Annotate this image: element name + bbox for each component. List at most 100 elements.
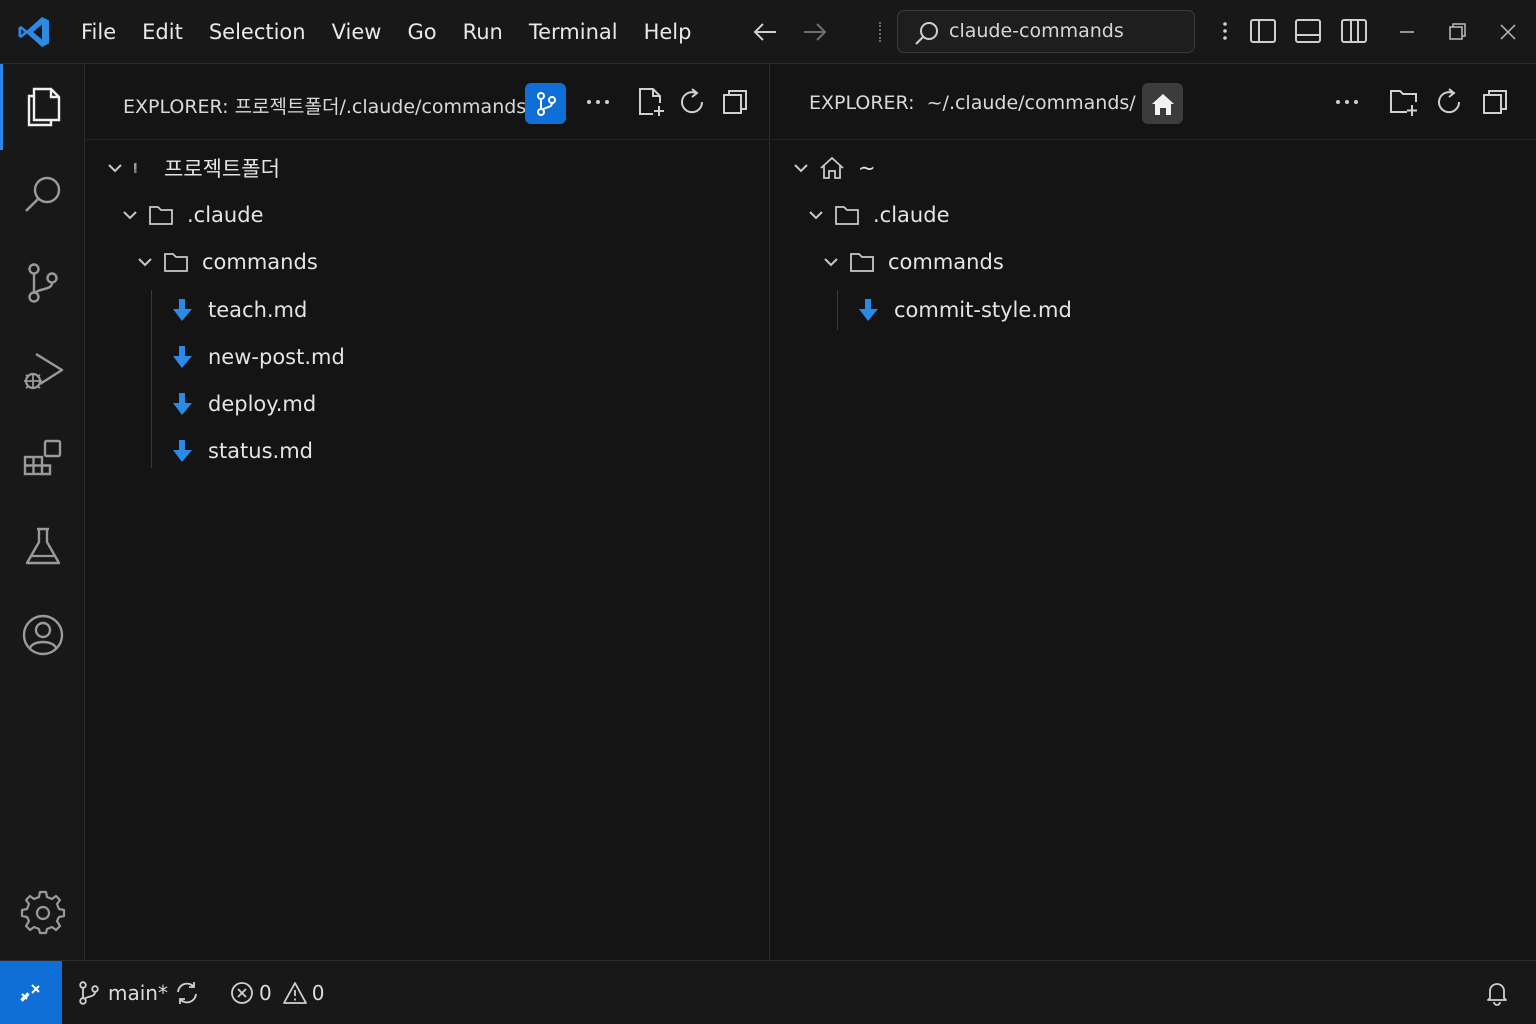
source-control-badge-button[interactable] <box>525 83 566 124</box>
explorer-home-header: EXPLORER: ~/.claude/commands/ <box>772 64 1536 140</box>
indent-guide <box>837 290 838 330</box>
command-center[interactable]: claude-commands <box>897 10 1195 53</box>
tree-label: new-post.md <box>208 345 345 369</box>
activity-bar <box>0 64 85 960</box>
git-branch-icon <box>536 91 556 116</box>
command-center-label: claude-commands <box>949 20 1124 42</box>
tree-file[interactable]: status.md <box>168 431 313 471</box>
warning-count: 0 <box>311 981 325 1005</box>
menu-edit[interactable]: Edit <box>129 0 196 64</box>
markdown-file-icon <box>173 393 192 415</box>
menu-terminal[interactable]: Terminal <box>516 0 631 64</box>
source-control-icon[interactable] <box>0 240 85 326</box>
explorer-path: 프로젝트폴더/.claude/commands/ <box>234 96 533 118</box>
refresh-icon[interactable] <box>677 86 709 118</box>
git-marker-icon <box>134 163 137 173</box>
vscode-logo-icon <box>16 14 52 50</box>
tree-label: .claude <box>873 203 950 227</box>
tree-file[interactable]: new-post.md <box>168 337 345 377</box>
more-vertical-icon[interactable] <box>1214 16 1236 46</box>
tree-label: .claude <box>187 203 264 227</box>
run-debug-icon[interactable] <box>0 328 85 414</box>
collapse-all-icon[interactable] <box>720 86 752 118</box>
menu-selection[interactable]: Selection <box>196 0 319 64</box>
folder-icon <box>835 206 859 225</box>
tree-folder-commands[interactable]: commands <box>820 242 1004 282</box>
markdown-file-icon <box>859 299 878 321</box>
menu-bar: File Edit Selection View Go Run Terminal… <box>68 0 704 64</box>
menu-help[interactable]: Help <box>631 0 705 64</box>
explorer-project-title: EXPLORER: 프로젝트폴더/.claude/commands/ <box>123 92 533 119</box>
chevron-down-icon <box>138 258 152 267</box>
sync-icon[interactable] <box>174 961 200 1024</box>
menu-view[interactable]: View <box>319 0 395 64</box>
menu-go[interactable]: Go <box>394 0 449 64</box>
folder-icon <box>850 253 874 272</box>
tree-label: commands <box>202 250 318 274</box>
home-icon <box>1151 93 1174 115</box>
tree-root-home[interactable]: ~ <box>790 148 876 188</box>
testing-icon[interactable] <box>0 504 85 590</box>
toggle-primary-sidebar-icon[interactable] <box>1248 16 1278 46</box>
search-icon <box>914 20 940 46</box>
folder-icon <box>149 206 173 225</box>
indent-guide <box>151 290 152 468</box>
menu-file[interactable]: File <box>68 0 129 64</box>
arrow-right-icon[interactable] <box>799 16 831 48</box>
account-icon[interactable] <box>0 592 85 678</box>
explorer-project-pane: EXPLORER: 프로젝트폴더/.claude/commands/ 프로젝트폴더… <box>86 64 770 960</box>
toggle-panel-icon[interactable] <box>1293 16 1323 46</box>
chevron-down-icon <box>824 258 838 267</box>
tree-folder-commands[interactable]: commands <box>134 242 318 282</box>
tree-label: deploy.md <box>208 392 317 416</box>
collapse-all-icon[interactable] <box>1480 86 1512 118</box>
tree-folder-claude[interactable]: .claude <box>119 195 263 235</box>
tree-file[interactable]: commit-style.md <box>854 290 1072 330</box>
new-file-icon[interactable] <box>635 86 667 118</box>
close-icon[interactable] <box>1494 18 1522 46</box>
settings-gear-icon[interactable] <box>0 870 85 956</box>
more-actions-icon[interactable] <box>582 86 614 118</box>
tree-file[interactable]: deploy.md <box>168 384 316 424</box>
title-bar: File Edit Selection View Go Run Terminal… <box>0 0 1536 64</box>
markdown-file-icon <box>173 299 192 321</box>
tree-label: 프로젝트폴더 <box>164 157 280 181</box>
toggle-secondary-sidebar-icon[interactable] <box>1339 16 1369 46</box>
menu-run[interactable]: Run <box>450 0 516 64</box>
explorer-home-title: EXPLORER: ~/.claude/commands/ <box>809 92 1136 114</box>
remote-indicator-button[interactable] <box>0 961 62 1024</box>
remote-icon <box>20 984 40 1002</box>
search-icon[interactable] <box>0 152 85 238</box>
branch-name: main* <box>108 981 168 1005</box>
status-bar: main* 0 0 <box>0 960 1536 1024</box>
warning-icon <box>282 982 307 1004</box>
tree-label: teach.md <box>208 298 308 322</box>
arrow-left-icon[interactable] <box>749 16 781 48</box>
explorer-label: EXPLORER: <box>809 92 915 114</box>
error-icon <box>231 982 253 1004</box>
new-folder-icon[interactable] <box>1388 86 1420 118</box>
tree-file[interactable]: teach.md <box>168 290 307 330</box>
explorer-home-pane: EXPLORER: ~/.claude/commands/ ~ .claude … <box>772 64 1536 960</box>
tree-label: ~ <box>858 156 876 180</box>
tree-label: status.md <box>208 439 313 463</box>
branch-status[interactable]: main* <box>76 961 168 1024</box>
files-icon[interactable] <box>0 64 85 150</box>
home-icon <box>820 156 844 179</box>
chevron-down-icon <box>809 211 823 220</box>
extensions-icon[interactable] <box>0 416 85 502</box>
notifications-bell-icon[interactable] <box>1484 961 1510 1024</box>
tree-folder-claude[interactable]: .claude <box>805 195 949 235</box>
refresh-icon[interactable] <box>1434 86 1466 118</box>
title-separator <box>879 22 881 42</box>
problems-status[interactable]: 0 0 <box>229 961 324 1024</box>
explorer-label: EXPLORER: <box>123 96 229 118</box>
explorer-project-header: EXPLORER: 프로젝트폴더/.claude/commands/ <box>86 64 769 140</box>
restore-icon[interactable] <box>1443 18 1471 46</box>
tree-root-project[interactable]: 프로젝트폴더 <box>104 148 280 188</box>
more-actions-icon[interactable] <box>1331 86 1363 118</box>
markdown-file-icon <box>173 440 192 462</box>
error-count: 0 <box>259 981 272 1005</box>
home-badge-button[interactable] <box>1142 83 1183 124</box>
minimize-icon[interactable] <box>1393 18 1421 46</box>
